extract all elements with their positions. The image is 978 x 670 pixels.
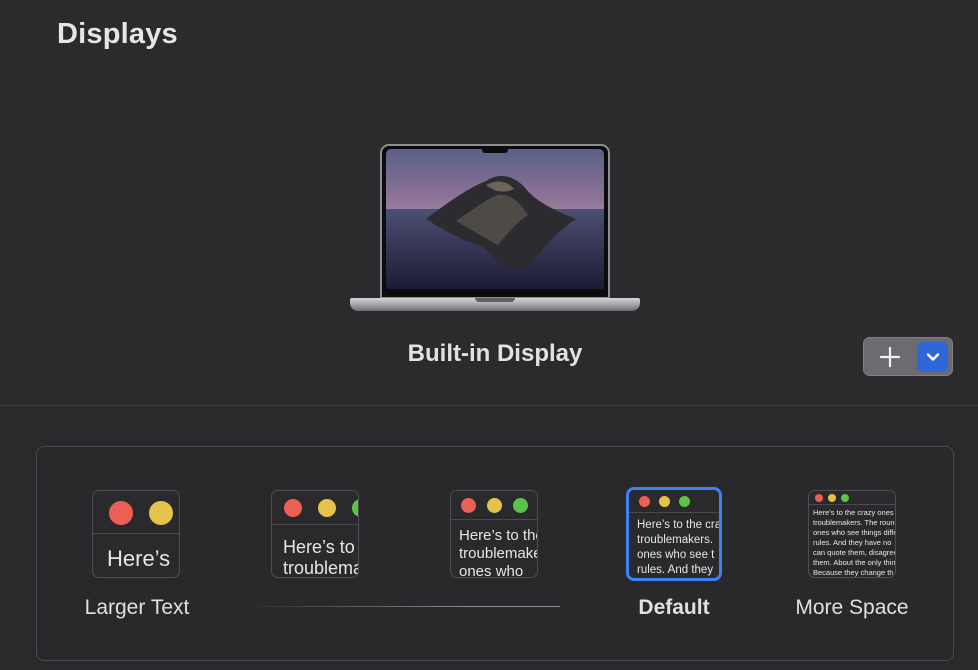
laptop-lid	[380, 144, 610, 299]
preview-text-line: Because they change th	[813, 568, 894, 577]
preview-text-line: Here's to the crazy ones	[813, 508, 894, 517]
resolution-preview-thumbnail[interactable]: Here's to the crazy ones troublemakers. …	[808, 490, 896, 578]
preview-text-line: ones who	[459, 563, 524, 578]
laptop-base-notch	[475, 298, 515, 302]
window-titlebar	[93, 491, 179, 534]
page-title: Displays	[57, 18, 178, 50]
resolution-option-larger-text[interactable]: Here’s	[92, 490, 182, 578]
preview-text-line: rules. And they have no	[813, 538, 892, 547]
chevron-down-icon	[926, 353, 939, 361]
resolution-option-more-space[interactable]: Here's to the crazy ones troublemakers. …	[808, 490, 898, 578]
island-wallpaper-image	[386, 149, 604, 289]
preview-text-line: ones who see things differ	[813, 528, 895, 537]
preview-text-line: troublemakers	[283, 558, 358, 578]
plus-icon	[879, 346, 901, 367]
resolution-option-label-default: Default	[638, 596, 710, 619]
resolution-option-3[interactable]: Here’s to the troublemakers. ones who	[450, 490, 540, 578]
resolution-slider-track[interactable]	[240, 606, 560, 607]
minimize-dot-icon	[318, 499, 336, 517]
zoom-dot-icon	[513, 498, 528, 513]
minimize-dot-icon	[487, 498, 502, 513]
resolution-option-label-more-space: More Space	[795, 596, 909, 619]
resolution-preview-thumbnail-selected[interactable]: Here’s to the crazy troublemakers. ones …	[626, 487, 722, 581]
preview-text-line: Here’s	[107, 546, 171, 571]
resolution-option-default[interactable]: Here’s to the crazy troublemakers. ones …	[626, 487, 722, 581]
window-titlebar	[629, 490, 719, 513]
window-titlebar	[272, 491, 358, 525]
preview-text-line: Here’s to the	[459, 527, 538, 544]
laptop-screen-wallpaper	[386, 149, 604, 290]
camera-notch	[482, 146, 508, 153]
close-dot-icon	[284, 499, 302, 517]
preview-text-line: troublemakers.	[459, 545, 537, 562]
add-display-control	[863, 337, 953, 376]
preview-text-line: troublemakers.	[637, 534, 714, 546]
zoom-dot-icon	[352, 499, 358, 517]
window-titlebar	[451, 491, 537, 520]
close-dot-icon	[461, 498, 476, 513]
minimize-dot-icon	[149, 501, 173, 525]
resolution-preview-thumbnail[interactable]: Here’s to the troublemakers. ones who	[450, 490, 538, 578]
section-divider	[0, 405, 978, 406]
close-dot-icon	[109, 501, 133, 525]
resolution-preview-thumbnail[interactable]: Here’s to the troublemakers	[271, 490, 359, 578]
add-display-button[interactable]	[863, 337, 917, 376]
resolution-option-2[interactable]: Here’s to the troublemakers	[271, 490, 361, 578]
close-dot-icon	[639, 496, 650, 507]
preview-text-line: Here’s to the crazy	[637, 519, 719, 531]
resolution-option-label-larger-text: Larger Text	[84, 596, 190, 619]
resolution-preview-thumbnail[interactable]: Here’s	[92, 490, 180, 578]
preview-text-line: Here’s to the	[283, 537, 358, 557]
laptop-illustration[interactable]	[350, 144, 640, 319]
preview-text-line: ones who see t	[637, 549, 715, 561]
preview-text-line: rules. And they	[637, 564, 714, 576]
display-name-label: Built-in Display	[407, 340, 583, 367]
zoom-dot-icon	[679, 496, 690, 507]
window-titlebar	[809, 491, 895, 505]
preview-text-line: them. About the only thing	[813, 558, 895, 567]
zoom-dot-icon	[841, 494, 849, 502]
add-display-dropdown-button[interactable]	[917, 342, 948, 372]
preview-text-line: troublemakers. The round	[813, 518, 895, 527]
minimize-dot-icon	[659, 496, 670, 507]
minimize-dot-icon	[828, 494, 836, 502]
preview-text-line: can quote them, disagree	[813, 548, 895, 557]
close-dot-icon	[815, 494, 823, 502]
